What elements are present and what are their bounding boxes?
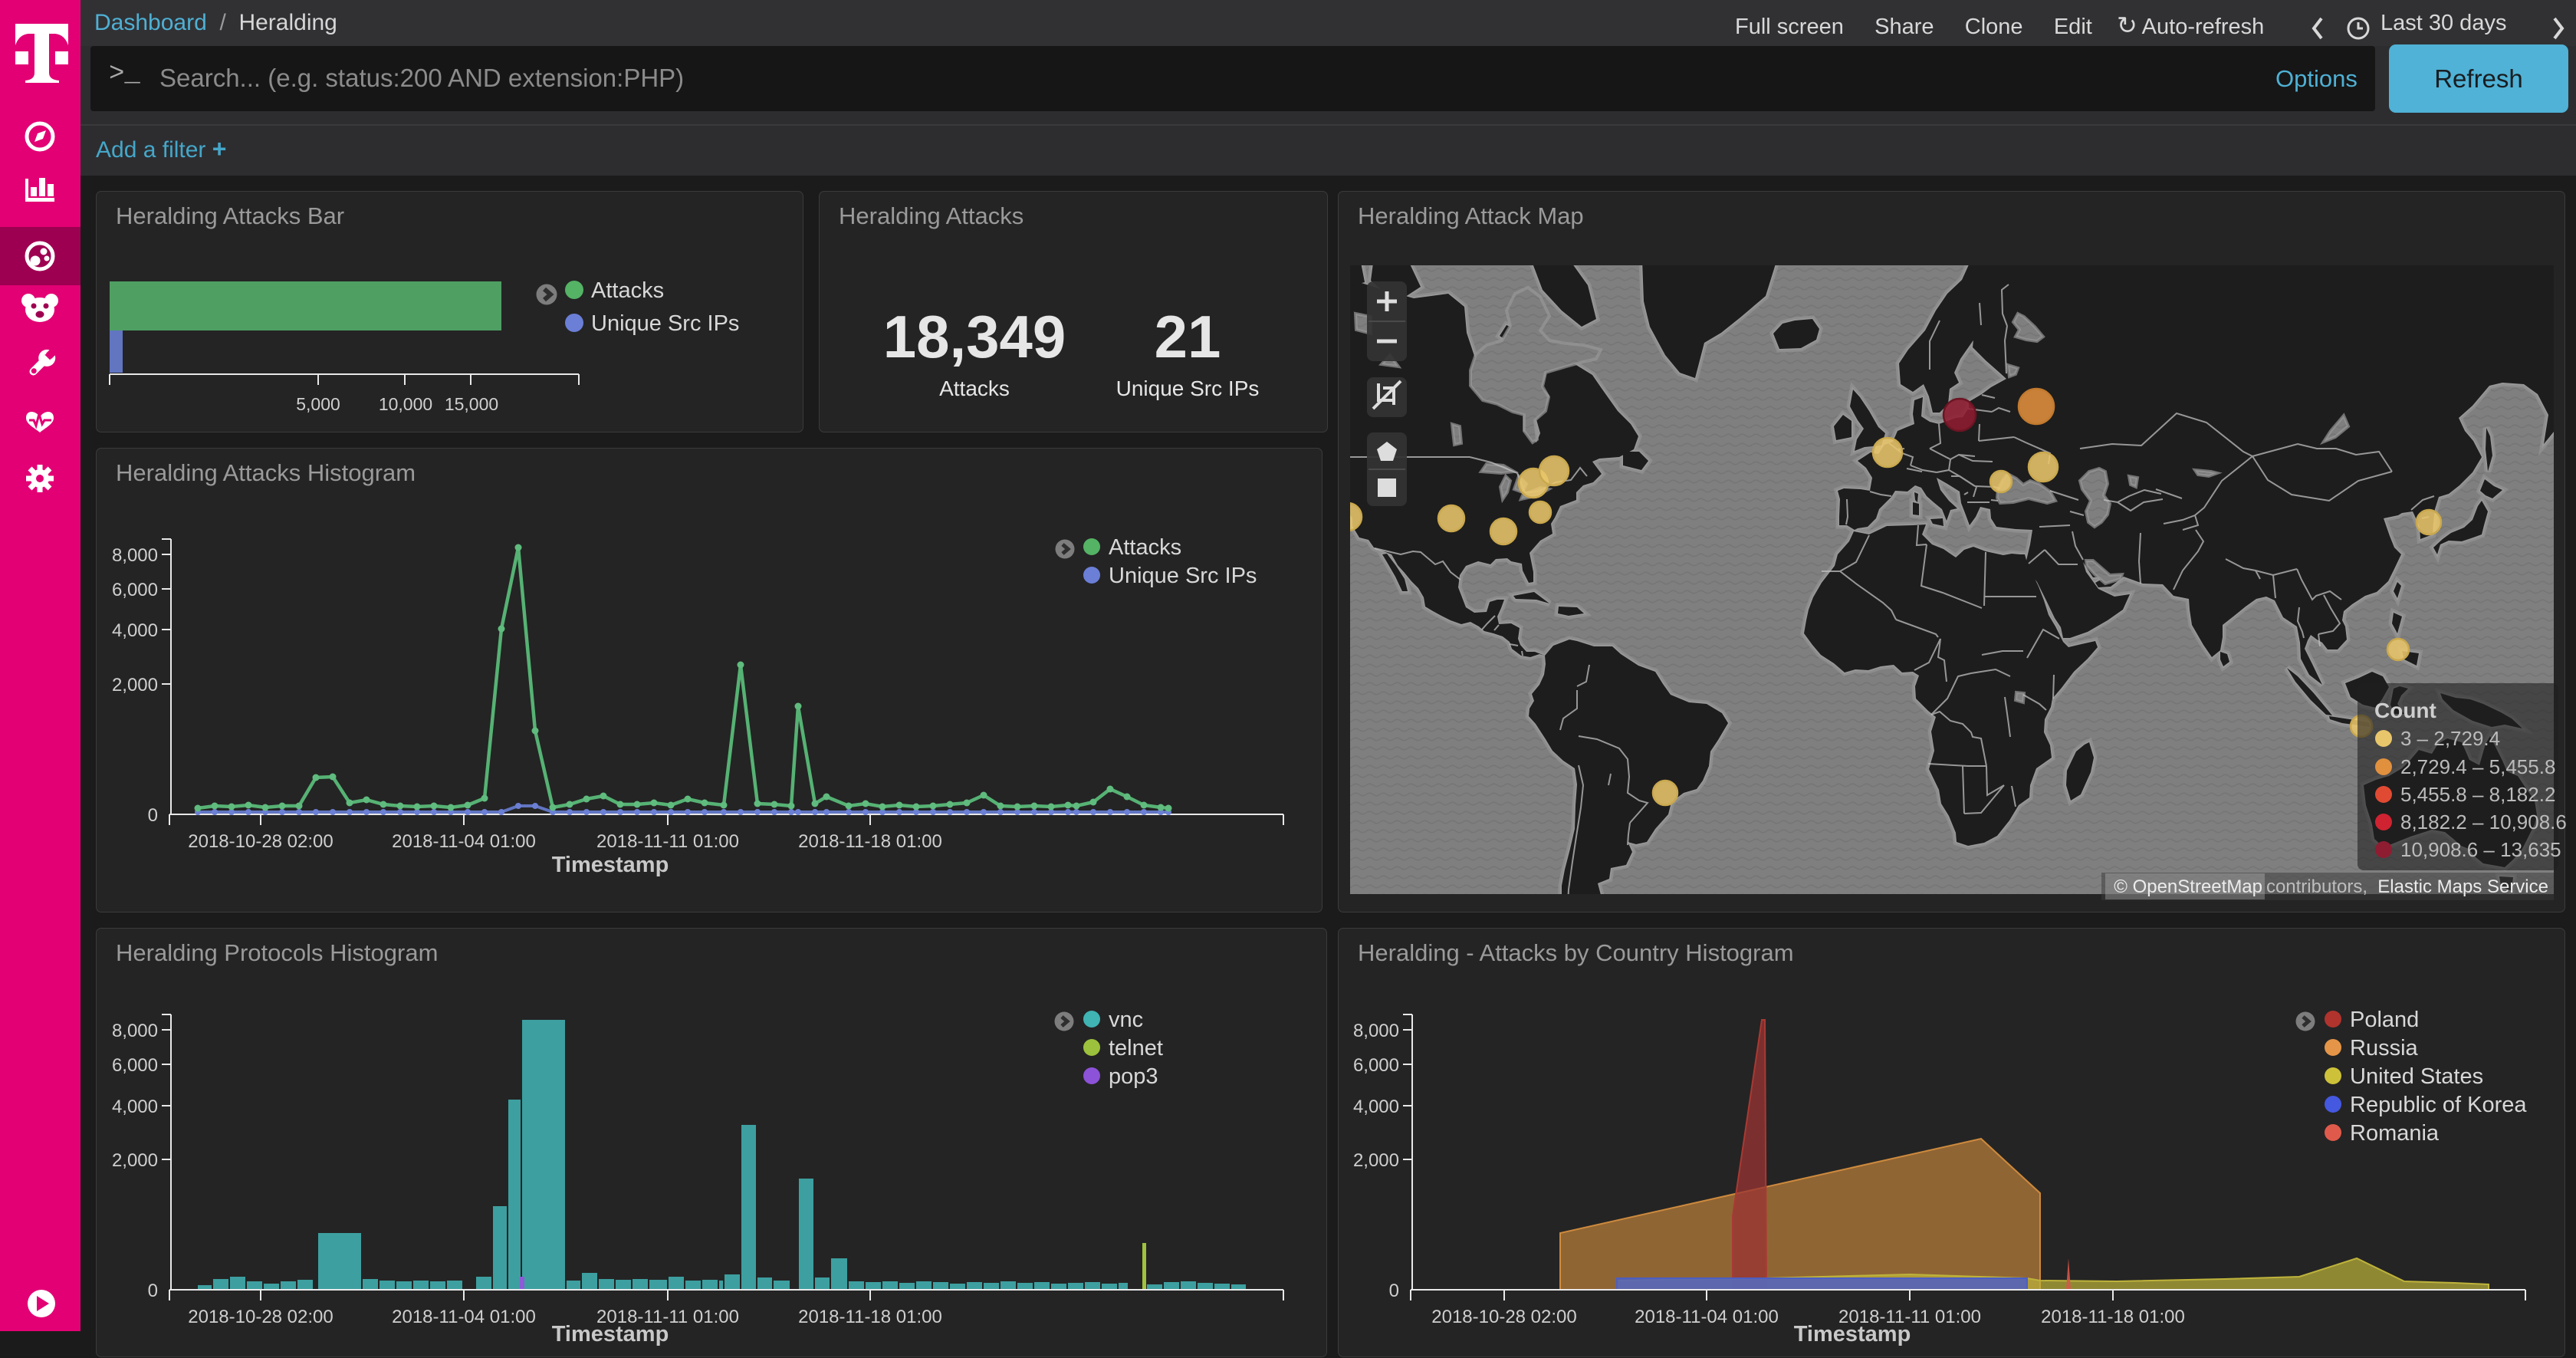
svg-text:Timestamp: Timestamp xyxy=(1794,1322,1911,1346)
svg-text:4,000: 4,000 xyxy=(112,620,158,641)
svg-text:5,000: 5,000 xyxy=(296,394,340,414)
svg-text:2,729.4 – 5,455.8: 2,729.4 – 5,455.8 xyxy=(2400,755,2555,778)
svg-text:6,000: 6,000 xyxy=(1353,1055,1399,1076)
svg-text:Timestamp: Timestamp xyxy=(552,853,669,877)
svg-text:2018-11-18 01:00: 2018-11-18 01:00 xyxy=(798,831,942,852)
svg-text:2018-11-18 01:00: 2018-11-18 01:00 xyxy=(798,1307,942,1327)
svg-text:2018-11-04 01:00: 2018-11-04 01:00 xyxy=(392,1307,536,1327)
svg-text:United States: United States xyxy=(2350,1064,2483,1089)
svg-text:2018-11-18 01:00: 2018-11-18 01:00 xyxy=(2041,1307,2185,1327)
svg-text:0: 0 xyxy=(148,805,158,826)
svg-text:Elastic Maps Service: Elastic Maps Service xyxy=(2377,876,2548,897)
svg-text:Poland: Poland xyxy=(2350,1008,2419,1032)
svg-text:2018-10-28 02:00: 2018-10-28 02:00 xyxy=(188,1307,334,1327)
svg-text:contributors,: contributors, xyxy=(2266,876,2367,897)
svg-text:4,000: 4,000 xyxy=(112,1097,158,1117)
svg-text:0: 0 xyxy=(148,1281,158,1301)
svg-text:telnet: telnet xyxy=(1109,1036,1163,1060)
svg-text:15,000: 15,000 xyxy=(445,394,498,414)
svg-text:8,182.2 – 10,908.6: 8,182.2 – 10,908.6 xyxy=(2400,811,2567,834)
svg-text:Republic of Korea: Republic of Korea xyxy=(2350,1093,2527,1117)
svg-text:2018-10-28 02:00: 2018-10-28 02:00 xyxy=(188,831,334,852)
svg-text:2018-10-28 02:00: 2018-10-28 02:00 xyxy=(1431,1307,1577,1327)
svg-text:vnc: vnc xyxy=(1109,1008,1143,1032)
svg-text:8,000: 8,000 xyxy=(112,1021,158,1041)
svg-text:8,000: 8,000 xyxy=(112,545,158,566)
svg-text:10,908.6 – 13,635: 10,908.6 – 13,635 xyxy=(2400,838,2561,861)
svg-text:4,000: 4,000 xyxy=(1353,1097,1399,1117)
svg-text:Attacks: Attacks xyxy=(591,278,664,303)
svg-text:© OpenStreetMap: © OpenStreetMap xyxy=(2114,876,2262,897)
svg-text:3 – 2,729.4: 3 – 2,729.4 xyxy=(2400,727,2500,750)
svg-text:8,000: 8,000 xyxy=(1353,1021,1399,1041)
svg-text:Unique Src IPs: Unique Src IPs xyxy=(591,311,739,336)
svg-text:2,000: 2,000 xyxy=(112,1150,158,1171)
svg-text:2,000: 2,000 xyxy=(112,675,158,695)
svg-text:6,000: 6,000 xyxy=(112,1055,158,1076)
svg-text:10,000: 10,000 xyxy=(379,394,432,414)
svg-text:Timestamp: Timestamp xyxy=(552,1322,669,1346)
svg-text:6,000: 6,000 xyxy=(112,580,158,600)
svg-text:Count: Count xyxy=(2374,699,2436,722)
svg-text:2,000: 2,000 xyxy=(1353,1150,1399,1171)
svg-text:Russia: Russia xyxy=(2350,1036,2419,1060)
svg-text:2018-11-11 01:00: 2018-11-11 01:00 xyxy=(596,831,739,852)
svg-text:2018-11-04 01:00: 2018-11-04 01:00 xyxy=(392,831,536,852)
svg-text:pop3: pop3 xyxy=(1109,1064,1158,1089)
svg-text:Unique Src IPs: Unique Src IPs xyxy=(1109,564,1257,588)
svg-text:5,455.8 – 8,182.2: 5,455.8 – 8,182.2 xyxy=(2400,783,2555,806)
svg-text:2018-11-04 01:00: 2018-11-04 01:00 xyxy=(1635,1307,1779,1327)
svg-text:0: 0 xyxy=(1389,1281,1399,1301)
svg-text:Attacks: Attacks xyxy=(1109,535,1181,560)
svg-text:Romania: Romania xyxy=(2350,1121,2440,1146)
